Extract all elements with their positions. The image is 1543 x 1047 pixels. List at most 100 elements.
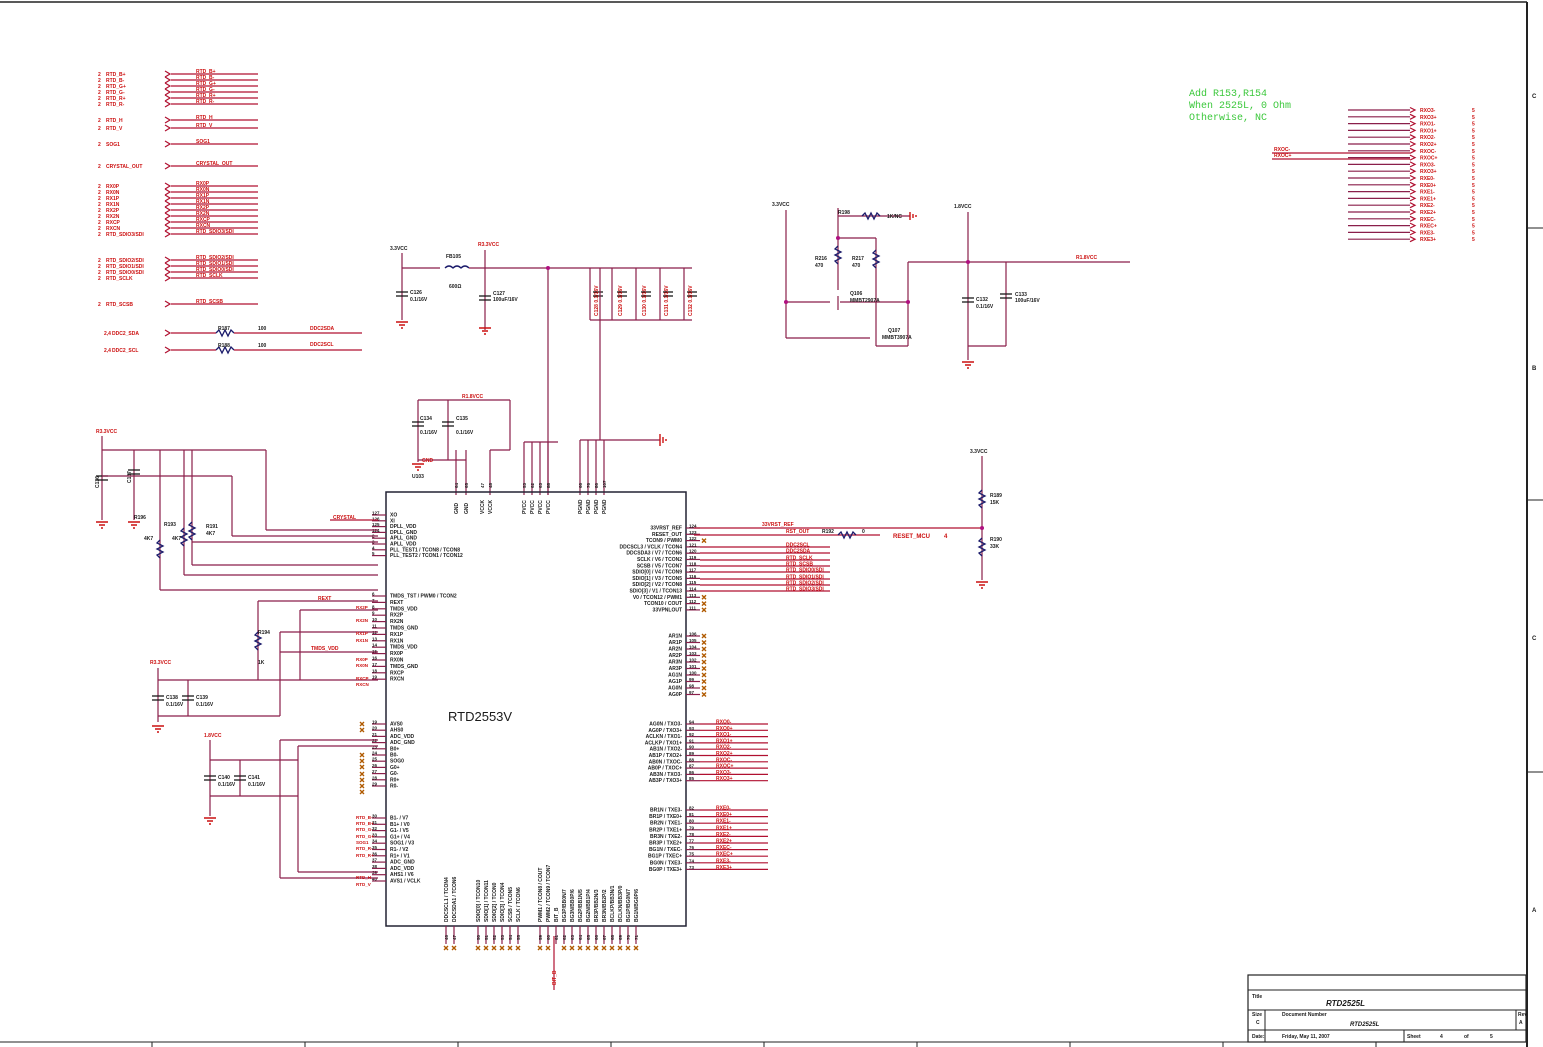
pin-number: 25 bbox=[372, 757, 378, 762]
port-sheet: 2 bbox=[98, 118, 101, 124]
pin-name: BG3N/BB0P/6 bbox=[570, 889, 576, 922]
net-label: RTD_R- bbox=[356, 846, 373, 851]
pin-name: ACLKN / TXO1- bbox=[646, 734, 683, 740]
v33-label-2: 3.3VCC bbox=[772, 202, 790, 208]
port-name: RXO1+ bbox=[1420, 128, 1437, 134]
port-name: DDC2_SDA bbox=[112, 331, 139, 337]
border-marks: C B C A bbox=[1532, 94, 1537, 914]
pin-number: 16 bbox=[372, 656, 378, 661]
pin-name: RXCP bbox=[390, 670, 405, 676]
of-value: 5 bbox=[1490, 1034, 1493, 1040]
pin-name: BR3N / TXE2- bbox=[650, 834, 682, 840]
pin-number: 94 bbox=[689, 720, 695, 725]
net-label: RX2N bbox=[356, 618, 368, 623]
reset-mcu-port: RESET_MCU bbox=[893, 534, 930, 540]
port-name: RTD_SDIO3/SDI bbox=[106, 232, 144, 238]
pin-number: 28 bbox=[372, 775, 378, 780]
port-sheet: 5 bbox=[1472, 149, 1475, 155]
net-label: RTD_G- bbox=[356, 827, 373, 832]
pin-name: R1- / V2 bbox=[390, 847, 409, 853]
pin-number: 65 bbox=[464, 482, 469, 488]
regulator-block: 3.3VCC R198 1K/NC R216 470 R217 470 Q106… bbox=[772, 202, 1130, 369]
chip-pin-group: 127 XO126 XI125 DPLL_VDD124 DPLL_GND2 APLL_GN… bbox=[359, 480, 707, 951]
r198-value: 1K/NC bbox=[887, 214, 902, 220]
pin-number: 103 bbox=[689, 651, 697, 656]
net-label: RTD_SDIO3/SDI bbox=[196, 229, 234, 235]
docnum-value: RTD2525L bbox=[1350, 1022, 1380, 1028]
port-sheet: 5 bbox=[1472, 115, 1475, 121]
pin-number: 77 bbox=[689, 839, 695, 844]
port-arrow-icon bbox=[1409, 120, 1417, 127]
pin-name: SCLK / TCON6 bbox=[516, 887, 522, 922]
c134-ref: C134 bbox=[420, 416, 432, 422]
net-label: RTD_SCLK bbox=[196, 273, 223, 279]
pin-name: ADC_VDD bbox=[390, 866, 415, 872]
pin-number: 116 bbox=[689, 574, 697, 579]
net-label: RXO2+ bbox=[716, 751, 733, 757]
port-arrow-icon bbox=[1409, 127, 1417, 134]
pin-number: 125 bbox=[372, 522, 380, 527]
net-label: RXO3- bbox=[716, 770, 732, 776]
pin-number: 74 bbox=[689, 858, 695, 863]
port-arrow-icon bbox=[1409, 202, 1417, 209]
pin-number: 73 bbox=[689, 865, 695, 870]
pin-name: DDCSDA3 / V7 / TCON6 bbox=[626, 551, 682, 557]
r33-label-2: R3.3VCC bbox=[96, 429, 118, 435]
pin-name: AG0N / TXO3- bbox=[649, 722, 682, 728]
pin-number: 62 bbox=[562, 934, 567, 940]
no-connect-icon bbox=[359, 771, 365, 777]
reset-circuit: 3.3VCC R189 15K R190 33K 33VRST_REF RST_… bbox=[694, 449, 1002, 589]
port-arrow-icon bbox=[1409, 181, 1417, 188]
net-label: RX2P bbox=[356, 605, 368, 610]
sheet-value: 4 bbox=[1440, 1034, 1443, 1040]
no-connect-icon bbox=[359, 721, 365, 727]
port-arrow-icon bbox=[164, 100, 172, 108]
pin-name: PWM2 / TCON9 / TCON7 bbox=[546, 865, 552, 922]
no-connect-icon bbox=[701, 653, 707, 658]
port-arrow-icon bbox=[164, 218, 172, 226]
pin-name: AG0P bbox=[668, 692, 682, 698]
pin-number: 88 bbox=[689, 757, 695, 762]
tmds-net: TMDS_VDD bbox=[311, 646, 339, 652]
pin-name: AVS0 bbox=[390, 722, 403, 728]
assembly-note: Add R153,R154 When 2525L, 0 Ohm Otherwis… bbox=[1189, 88, 1291, 124]
pin-number: 13 bbox=[372, 636, 378, 641]
pin-name: BG1N/BG0P/6 bbox=[634, 889, 640, 922]
port-name: RXE2- bbox=[1420, 203, 1435, 209]
pin-number: 14 bbox=[372, 643, 378, 648]
pin-number: 18 bbox=[372, 668, 378, 673]
r193-value: 4K7 bbox=[172, 536, 181, 542]
pin-name: AHS1 / V6 bbox=[390, 872, 414, 878]
port-arrow-icon bbox=[1409, 236, 1417, 243]
port-name: RXO1- bbox=[1420, 122, 1436, 128]
port-arrow-icon bbox=[1409, 174, 1417, 182]
no-connect-icon bbox=[561, 945, 567, 951]
r191-value: 4K7 bbox=[206, 531, 215, 537]
no-connect-icon bbox=[577, 945, 583, 951]
pin-name: SDIO[1] / V3 / TCON5 bbox=[632, 576, 682, 582]
net-label: RXO0- bbox=[716, 720, 732, 726]
v18-label-2: 1.8VCC bbox=[204, 733, 222, 739]
no-connect-icon bbox=[593, 945, 599, 951]
c140-ref: C140 bbox=[218, 775, 230, 781]
pin-number: 106 bbox=[689, 632, 697, 637]
r189-value: 15K bbox=[990, 500, 1000, 506]
port-arrow-icon bbox=[164, 256, 172, 264]
c139-ref: C139 bbox=[196, 695, 208, 701]
pin-name: REXT bbox=[390, 600, 403, 606]
port-arrow-icon bbox=[164, 329, 172, 337]
no-connect-icon bbox=[483, 945, 489, 951]
no-connect-icon bbox=[609, 945, 615, 951]
pin-number: 85 bbox=[689, 776, 695, 781]
port-sheet: 2 bbox=[98, 276, 101, 282]
no-connect-icon bbox=[545, 945, 551, 951]
title-label: Title bbox=[1252, 994, 1262, 1000]
right-chip-nets: DDC2SCLDDC2SDARTD_SCLKRTD_SCSBRTD_SDIO0/… bbox=[700, 543, 830, 871]
port-name: RTD_R- bbox=[106, 102, 125, 108]
sheet-label: Sheet bbox=[1407, 1034, 1421, 1040]
schematic-canvas: C B C A 2 RTD_B+ RTD_B+2 RTD_B- RTD_B-2 RTD_G… bbox=[0, 1, 1543, 1047]
left-port-group: 2 RTD_B+ RTD_B+2 RTD_B- RTD_B-2 RTD_G+ RTD_G+2… bbox=[98, 69, 362, 355]
net-label: RXE1- bbox=[716, 819, 731, 825]
pin-name: VCCK bbox=[488, 499, 494, 514]
border-mark: B bbox=[1532, 366, 1537, 372]
